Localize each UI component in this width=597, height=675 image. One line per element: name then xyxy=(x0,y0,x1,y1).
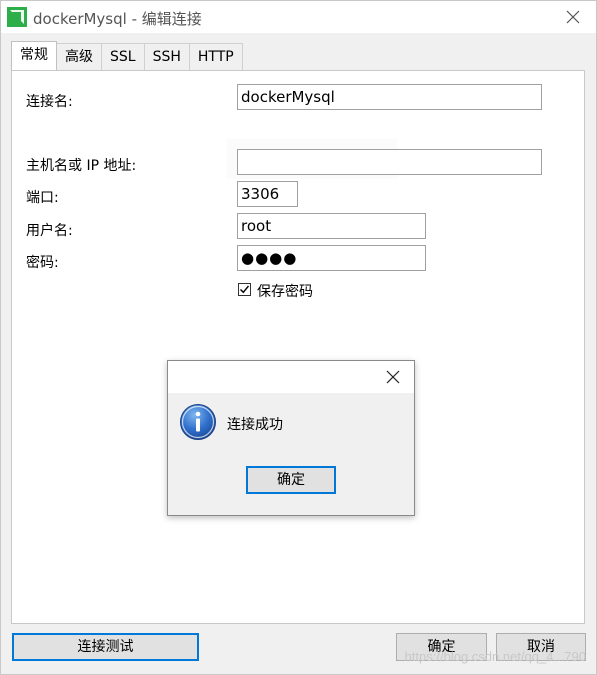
connection-name-label: 连接名: xyxy=(26,94,73,110)
general-tab-panel: 连接名: dockerMysql 主机名或 IP 地址: 端口: 3306 用户… xyxy=(11,70,585,624)
password-label: 密码: xyxy=(26,255,59,271)
tab-ssl[interactable]: SSL xyxy=(101,43,145,70)
title-bar: dockerMysql - 编辑连接 xyxy=(1,1,596,33)
save-password-checkbox[interactable] xyxy=(238,283,251,296)
tab-general[interactable]: 常规 xyxy=(11,41,57,70)
tab-bar: 常规 高级 SSL SSH HTTP xyxy=(11,41,243,71)
port-label: 端口: xyxy=(26,190,59,206)
checkmark-icon xyxy=(240,285,250,294)
navicat-app-icon xyxy=(7,7,27,27)
dialog-ok-button[interactable]: 确定 xyxy=(246,466,336,494)
info-icon xyxy=(180,404,216,440)
tab-advanced[interactable]: 高级 xyxy=(56,43,102,70)
tab-ssh[interactable]: SSH xyxy=(143,43,190,70)
tab-http[interactable]: HTTP xyxy=(188,43,243,70)
username-input[interactable]: root xyxy=(237,213,426,239)
dialog-message: 连接成功 xyxy=(227,417,283,433)
username-label: 用户名: xyxy=(26,223,73,239)
password-input[interactable]: ●●●● xyxy=(237,245,426,271)
edit-connection-window: dockerMysql - 编辑连接 常规 高级 SSL SSH HTTP 连接… xyxy=(0,0,597,675)
dialog-close-icon[interactable] xyxy=(384,368,402,386)
host-input[interactable] xyxy=(237,149,542,175)
host-label: 主机名或 IP 地址: xyxy=(26,158,137,174)
save-password-label: 保存密码 xyxy=(257,284,313,300)
window-close-icon[interactable] xyxy=(562,6,584,28)
test-connection-button[interactable]: 连接测试 xyxy=(12,633,199,661)
window-title: dockerMysql - 编辑连接 xyxy=(33,10,202,28)
watermark: https://blog.csdn.net/qq_4...790 xyxy=(404,649,586,664)
connection-name-input[interactable]: dockerMysql xyxy=(237,84,542,110)
port-input[interactable]: 3306 xyxy=(237,181,298,207)
connection-success-dialog: 连接成功 确定 xyxy=(167,360,415,516)
dialog-title-bar xyxy=(168,361,414,393)
